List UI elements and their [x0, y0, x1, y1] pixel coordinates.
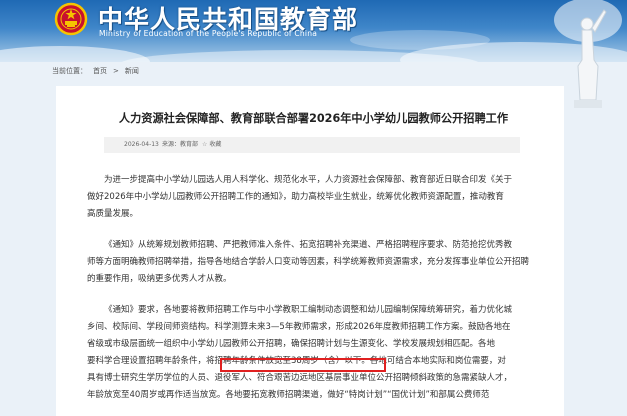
paragraph-line: 师等方面明确教师招聘举措，指导各地结合学龄人口变动等因素，科学统筹教师资源需求，…: [87, 257, 530, 267]
favorite-button[interactable]: ☆ 收藏: [202, 137, 221, 153]
paragraph-line: 省级或市级层面统一组织中小学幼儿园教师公开招聘，确保招聘计划与生源变化、学校发展…: [87, 339, 496, 349]
breadcrumb-prefix: 当前位置：: [52, 67, 87, 75]
site-subtitle: Ministry of Education of the People's Re…: [99, 29, 318, 38]
paragraph-line: 乡间、校际间、学段间师资结构。科学测算未来3—5年教师需求，形成2026年度教师…: [87, 322, 511, 332]
paragraph-line: 做好2026年中小学幼儿园教师公开招聘工作的通知》，助力高校毕业生就业，统筹优化…: [87, 192, 504, 202]
paragraph-line: 《通知》从统筹规划教师招聘、严把教师准入条件、拓宽招聘补充渠道、严格招聘程序要求…: [104, 240, 513, 250]
breadcrumb-news-link[interactable]: 新闻: [125, 67, 139, 75]
star-icon: ☆: [202, 141, 208, 148]
breadcrumb-separator: >: [113, 67, 119, 75]
article-paragraph: 为进一步提高中小学幼儿园选人用人科学化、规范化水平，人力资源社会保障部、教育部近…: [87, 172, 547, 223]
article-source: 来源：教育部: [162, 141, 199, 148]
article-meta: 2026-04-13 来源：教育部 ☆ 收藏: [104, 137, 520, 153]
paragraph-line: 高质量发展。: [87, 209, 139, 219]
breadcrumb-home-link[interactable]: 首页: [93, 67, 107, 75]
article-date: 2026-04-13: [124, 141, 159, 148]
article-title: 人力资源社会保障部、教育部联合部署2026年中小学幼儿园教师公开招聘工作: [118, 112, 509, 125]
national-emblem-icon: [54, 2, 88, 36]
paragraph-line: 的重要作用，吸纳更多优秀人才从教。: [87, 274, 232, 284]
article-paragraph: 《通知》要求，各地要将教师招聘工作与中小学教职工编制动态调整和幼儿园编制保障统筹…: [87, 302, 547, 404]
breadcrumb: 当前位置： 首页 > 新闻: [52, 66, 145, 76]
site-header: 中华人民共和国教育部 Ministry of Education of the …: [0, 0, 627, 62]
highlight-box: [220, 358, 386, 372]
paragraph-line: 为进一步提高中小学幼儿园选人用人科学化、规范化水平，人力资源社会保障部、教育部近…: [104, 175, 513, 185]
favorite-label: 收藏: [209, 141, 222, 148]
paragraph-line: 年龄放宽至40周岁或再作适当放宽。各地要拓宽教师招聘渠道，做好“特岗计划”“国优…: [87, 390, 490, 400]
paragraph-line: 《通知》要求，各地要将教师招聘工作与中小学教职工编制动态调整和幼儿园编制保障统筹…: [104, 305, 513, 315]
paragraph-line: 具有博士研究生学历学位的人员、退役军人、符合艰苦边远地区基层事业单位公开招聘倾斜…: [87, 373, 513, 383]
article-paragraph: 《通知》从统筹规划教师招聘、严把教师准入条件、拓宽招聘补充渠道、严格招聘程序要求…: [87, 237, 547, 288]
